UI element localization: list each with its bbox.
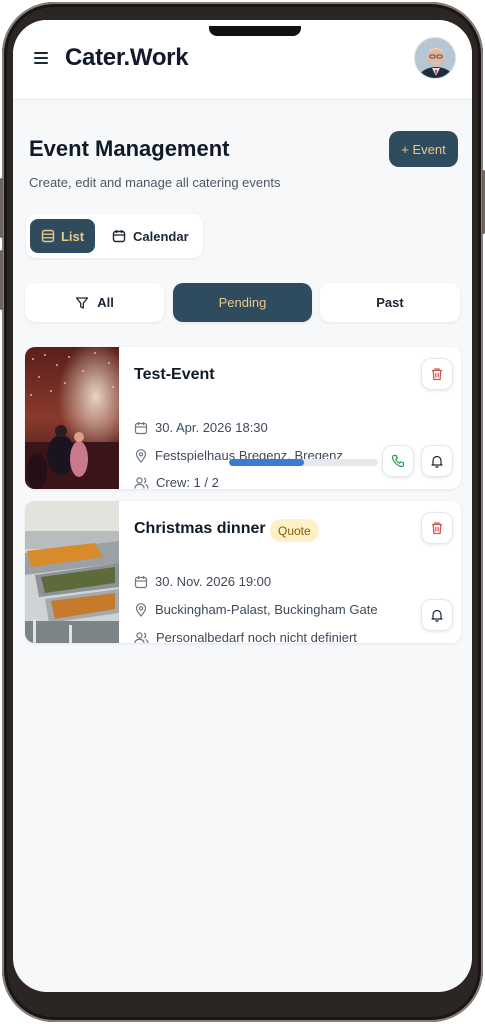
event-card[interactable]: Test-Event 30. Apr. 2026 18:30 Festspiel… — [25, 347, 461, 489]
crew-progress-fill — [229, 459, 304, 466]
trash-icon — [432, 368, 442, 381]
filter-tab-past[interactable]: Past — [320, 283, 460, 322]
event-date-row: 30. Apr. 2026 18:30 — [134, 420, 268, 435]
list-icon — [41, 229, 55, 243]
view-toggle: List Calendar — [26, 214, 203, 258]
avatar[interactable] — [414, 37, 456, 79]
event-date: 30. Nov. 2026 19:00 — [155, 574, 272, 589]
calendar-icon — [134, 575, 148, 588]
event-thumbnail-buffet — [25, 501, 119, 643]
filter-tab-all-label: All — [97, 295, 114, 310]
camera-notch — [209, 26, 301, 36]
page-subtitle: Create, edit and manage all catering eve… — [29, 175, 281, 190]
users-icon — [134, 631, 149, 643]
call-contact-button[interactable] — [382, 445, 414, 477]
hamburger-menu-icon[interactable] — [34, 52, 48, 64]
app-screen: Cater.Work Event Management Create, edit… — [13, 20, 472, 992]
calendar-icon — [134, 421, 148, 434]
event-title: Christmas dinner — [134, 520, 266, 537]
trash-icon — [432, 522, 442, 535]
phone-icon — [391, 454, 405, 468]
filter-tab-pending-label: Pending — [218, 295, 267, 310]
event-crew-row: Crew: 1 / 2 — [134, 475, 219, 489]
calendar-view-label: Calendar — [133, 228, 189, 244]
event-location: Buckingham-Palast, Buckingham Gate — [155, 602, 378, 617]
brand-logo: Cater.Work — [65, 44, 189, 71]
event-location-row: Buckingham-Palast, Buckingham Gate — [134, 602, 378, 617]
filter-icon — [76, 296, 89, 309]
event-title: Test-Event — [134, 366, 215, 383]
event-crew-row: Personalbedarf noch nicht definiert — [134, 630, 357, 643]
add-event-button[interactable]: + Event — [389, 131, 458, 167]
crew-progress-bar — [229, 459, 378, 466]
event-card[interactable]: Christmas dinner Quote 30. Nov. 2026 19:… — [25, 501, 461, 643]
event-crew: Crew: 1 / 2 — [156, 475, 219, 489]
delete-event-button[interactable] — [421, 358, 453, 390]
notify-button[interactable] — [421, 599, 453, 631]
event-date: 30. Apr. 2026 18:30 — [155, 420, 268, 435]
map-pin-icon — [135, 448, 147, 463]
map-pin-icon — [135, 602, 147, 617]
status-badge: Quote — [270, 519, 319, 542]
bell-icon — [431, 455, 443, 468]
event-thumbnail-concert — [25, 347, 119, 489]
event-crew: Personalbedarf noch nicht definiert — [156, 630, 357, 643]
filter-tab-past-label: Past — [376, 295, 404, 310]
filter-tab-pending[interactable]: Pending — [173, 283, 312, 322]
calendar-view-button[interactable]: Calendar — [112, 219, 200, 253]
volume-down-button — [0, 250, 3, 310]
calendar-icon — [112, 230, 126, 243]
delete-event-button[interactable] — [421, 512, 453, 544]
volume-up-button — [0, 178, 3, 238]
notify-button[interactable] — [421, 445, 453, 477]
filter-tab-all[interactable]: All — [25, 283, 164, 322]
page-title: Event Management — [29, 136, 230, 161]
users-icon — [134, 476, 149, 489]
list-view-label: List — [60, 228, 85, 244]
list-view-button[interactable]: List — [30, 219, 95, 253]
event-date-row: 30. Nov. 2026 19:00 — [134, 574, 271, 589]
bell-icon — [431, 609, 443, 622]
